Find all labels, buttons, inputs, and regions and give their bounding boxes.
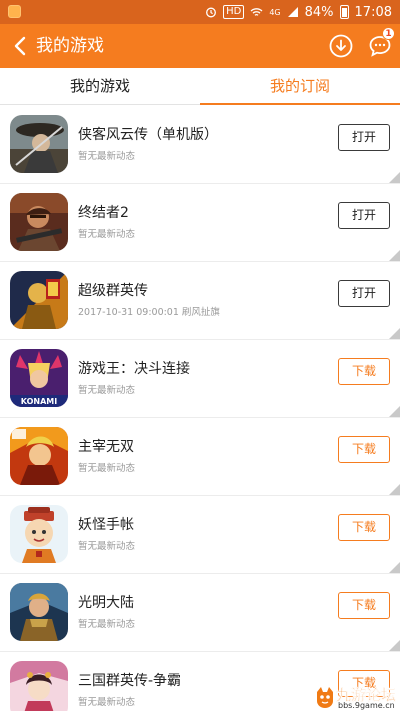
game-name: 超级群英传 — [78, 283, 148, 299]
subscription-list: 侠客风云传（单机版） 暂无最新动态 打开 终结者2 暂无最新动态 打开 超级群英… — [0, 106, 400, 711]
list-item[interactable]: 超级群英传 2017-10-31 09:00:01 刷风扯旗 打开 — [0, 262, 400, 340]
open-button[interactable]: 打开 — [338, 124, 390, 151]
nine-game-logo-icon — [317, 687, 333, 708]
konami-label: KONAMI — [21, 397, 57, 406]
game-status: 暂无最新动态 — [78, 541, 136, 552]
game-name: 游戏王：决斗连接 — [78, 361, 190, 377]
game-icon-yaoguai-shouzhang — [10, 505, 68, 563]
signal-icon — [287, 7, 298, 17]
alarm-icon — [206, 7, 217, 18]
app-screen: HD 4G 84% 17:08 我的游戏 1 我的游戏 我的订阅 侠客风云传（单… — [0, 0, 400, 711]
game-icon-chaoji-qunying — [10, 271, 68, 329]
wifi-icon — [250, 7, 263, 16]
download-button[interactable]: 下载 — [338, 436, 390, 463]
corner-triangle-icon — [389, 328, 400, 339]
network-type: 4G — [269, 7, 281, 17]
list-item[interactable]: KONAMI 游戏王：决斗连接 暂无最新动态 下载 — [0, 340, 400, 418]
game-name: 主宰无双 — [78, 439, 134, 455]
list-item[interactable]: 光明大陆 暂无最新动态 下载 — [0, 574, 400, 652]
back-button[interactable] — [8, 30, 32, 62]
game-icon-xiake — [10, 115, 68, 173]
list-item[interactable]: 主宰无双 暂无最新动态 下载 — [0, 418, 400, 496]
game-name: 妖怪手帐 — [78, 517, 134, 533]
corner-triangle-icon — [389, 172, 400, 183]
corner-triangle-icon — [389, 640, 400, 651]
corner-triangle-icon — [389, 562, 400, 573]
game-name: 光明大陆 — [78, 595, 134, 611]
list-item[interactable]: 侠客风云传（单机版） 暂无最新动态 打开 — [0, 106, 400, 184]
game-icon-sanguo-qunying — [10, 661, 68, 711]
game-status: 暂无最新动态 — [78, 229, 136, 240]
tab-my-subscriptions[interactable]: 我的订阅 — [200, 68, 400, 105]
list-item[interactable]: 终结者2 暂无最新动态 打开 — [0, 184, 400, 262]
tab-my-games[interactable]: 我的游戏 — [0, 68, 200, 104]
watermark-url: bbs.9game.cn — [338, 701, 395, 710]
corner-triangle-icon — [389, 406, 400, 417]
game-icon-yugioh: KONAMI — [10, 349, 68, 407]
app-header: 我的游戏 — [0, 24, 400, 68]
download-circle-icon[interactable] — [329, 34, 353, 58]
status-indicators: HD 4G 84% 17:08 — [205, 0, 392, 24]
game-icon-guangming-dalu — [10, 583, 68, 641]
game-status: 暂无最新动态 — [78, 151, 136, 162]
chevron-left-icon — [14, 36, 26, 56]
corner-triangle-icon — [389, 484, 400, 495]
download-button[interactable]: 下载 — [338, 514, 390, 541]
page-title: 我的游戏 — [36, 36, 104, 56]
battery-icon — [339, 5, 349, 19]
forum-watermark: 九游论坛 bbs.9game.cn — [314, 684, 398, 710]
tab-bar: 我的游戏 我的订阅 — [0, 68, 400, 105]
game-status: 暂无最新动态 — [78, 463, 136, 474]
battery-percent: 84% — [304, 4, 334, 20]
game-icon-terminator — [10, 193, 68, 251]
game-status: 暂无最新动态 — [78, 385, 136, 396]
open-button[interactable]: 打开 — [338, 280, 390, 307]
list-item[interactable]: 妖怪手帐 暂无最新动态 下载 — [0, 496, 400, 574]
status-bar: HD 4G 84% 17:08 — [0, 0, 400, 24]
game-icon-zhuzai-wushuang — [10, 427, 68, 485]
download-button[interactable]: 下载 — [338, 358, 390, 385]
open-button[interactable]: 打开 — [338, 202, 390, 229]
corner-triangle-icon — [389, 250, 400, 261]
game-status: 2017-10-31 09:00:01 刷风扯旗 — [78, 307, 220, 318]
game-status: 暂无最新动态 — [78, 697, 136, 708]
download-button[interactable]: 下载 — [338, 592, 390, 619]
message-badge: 1 — [382, 27, 395, 40]
clock: 17:08 — [354, 4, 392, 20]
hd-indicator: HD — [223, 5, 245, 19]
game-name: 终结者2 — [78, 205, 129, 221]
game-name: 侠客风云传（单机版） — [78, 127, 218, 143]
game-name: 三国群英传-争霸 — [78, 673, 182, 689]
app-notification-icon — [8, 5, 21, 18]
game-status: 暂无最新动态 — [78, 619, 136, 630]
